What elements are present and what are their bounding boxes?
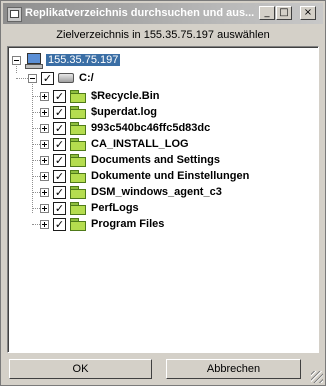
window-title: Replikatverzeichnis durchsuchen und aus.… — [25, 7, 255, 19]
folder-label[interactable]: PerfLogs — [91, 202, 139, 214]
folder-icon — [70, 202, 86, 215]
computer-icon — [25, 53, 43, 69]
cancel-button[interactable]: Abbrechen — [166, 359, 301, 379]
folder-checkbox[interactable]: ✓ — [53, 121, 66, 135]
tree-node-server[interactable]: 155.35.75.197 — [12, 52, 121, 69]
tree-node-folder[interactable]: ✓ DSM_windows_agent_c3 — [28, 184, 222, 200]
folder-label[interactable]: Dokumente und Einstellungen — [91, 170, 249, 182]
folder-label[interactable]: DSM_windows_agent_c3 — [91, 186, 222, 198]
folder-icon — [70, 218, 86, 231]
expand-toggle[interactable] — [40, 123, 49, 133]
tree-node-folder[interactable]: ✓ CA_INSTALL_LOG — [28, 136, 189, 152]
ok-button[interactable]: OK — [9, 359, 152, 379]
tree-node-folder[interactable]: ✓ $Recycle.Bin — [28, 88, 159, 104]
expand-toggle[interactable] — [40, 171, 49, 181]
folder-checkbox[interactable]: ✓ — [53, 137, 66, 151]
folder-checkbox[interactable]: ✓ — [53, 89, 66, 103]
folder-label[interactable]: $uperdat.log — [91, 106, 157, 118]
folder-icon — [70, 90, 86, 103]
resize-grip[interactable] — [311, 371, 323, 383]
folder-label[interactable]: $Recycle.Bin — [91, 90, 159, 102]
minimize-button[interactable]: _ — [259, 6, 275, 20]
folder-label[interactable]: 993c540bc46ffc5d83dc — [91, 122, 210, 134]
folder-label[interactable]: Program Files — [91, 218, 164, 230]
server-label[interactable]: 155.35.75.197 — [46, 54, 121, 66]
close-button[interactable]: × — [300, 6, 316, 20]
expand-toggle[interactable] — [40, 155, 49, 165]
tree-node-folder[interactable]: ✓ PerfLogs — [28, 200, 139, 216]
folder-icon — [70, 154, 86, 167]
collapse-toggle[interactable] — [28, 73, 37, 83]
expand-toggle[interactable] — [40, 187, 49, 197]
expand-toggle[interactable] — [40, 139, 49, 149]
dialog-window: Replikatverzeichnis durchsuchen und aus.… — [0, 0, 326, 386]
folder-checkbox[interactable]: ✓ — [53, 169, 66, 183]
tree-node-folder[interactable]: ✓ $uperdat.log — [28, 104, 157, 120]
folder-label[interactable]: CA_INSTALL_LOG — [91, 138, 189, 150]
title-bar[interactable]: Replikatverzeichnis durchsuchen und aus.… — [3, 3, 323, 24]
window-icon — [7, 7, 22, 22]
folder-checkbox[interactable]: ✓ — [53, 217, 66, 231]
expand-toggle[interactable] — [40, 219, 49, 229]
folder-checkbox[interactable]: ✓ — [53, 153, 66, 167]
collapse-toggle[interactable] — [12, 55, 21, 65]
folder-checkbox[interactable]: ✓ — [53, 185, 66, 199]
tree-node-folder[interactable]: ✓ Documents and Settings — [28, 152, 220, 168]
folder-icon — [70, 106, 86, 119]
expand-toggle[interactable] — [40, 107, 49, 117]
tree-node-drive[interactable]: ✓ C:/ — [12, 70, 94, 86]
folder-icon — [70, 186, 86, 199]
folder-icon — [70, 170, 86, 183]
drive-icon — [58, 73, 74, 83]
expand-toggle[interactable] — [40, 91, 49, 101]
folder-checkbox[interactable]: ✓ — [53, 105, 66, 119]
expand-toggle[interactable] — [40, 203, 49, 213]
drive-label[interactable]: C:/ — [79, 72, 94, 84]
folder-icon — [70, 122, 86, 135]
maximize-button[interactable]: □ — [276, 6, 292, 20]
drive-checkbox[interactable]: ✓ — [41, 71, 54, 85]
folder-checkbox[interactable]: ✓ — [53, 201, 66, 215]
tree-node-folder[interactable]: ✓ Program Files — [28, 216, 164, 232]
instruction-text: Zielverzeichnis in 155.35.75.197 auswähl… — [56, 29, 270, 41]
folder-icon — [70, 138, 86, 151]
directory-tree[interactable]: 155.35.75.197 ✓ C:/ ✓ $Recycle.Bin ✓ $uperd… — [7, 46, 319, 353]
tree-node-folder[interactable]: ✓ Dokumente und Einstellungen — [28, 168, 249, 184]
folder-label[interactable]: Documents and Settings — [91, 154, 220, 166]
tree-node-folder[interactable]: ✓ 993c540bc46ffc5d83dc — [28, 120, 210, 136]
